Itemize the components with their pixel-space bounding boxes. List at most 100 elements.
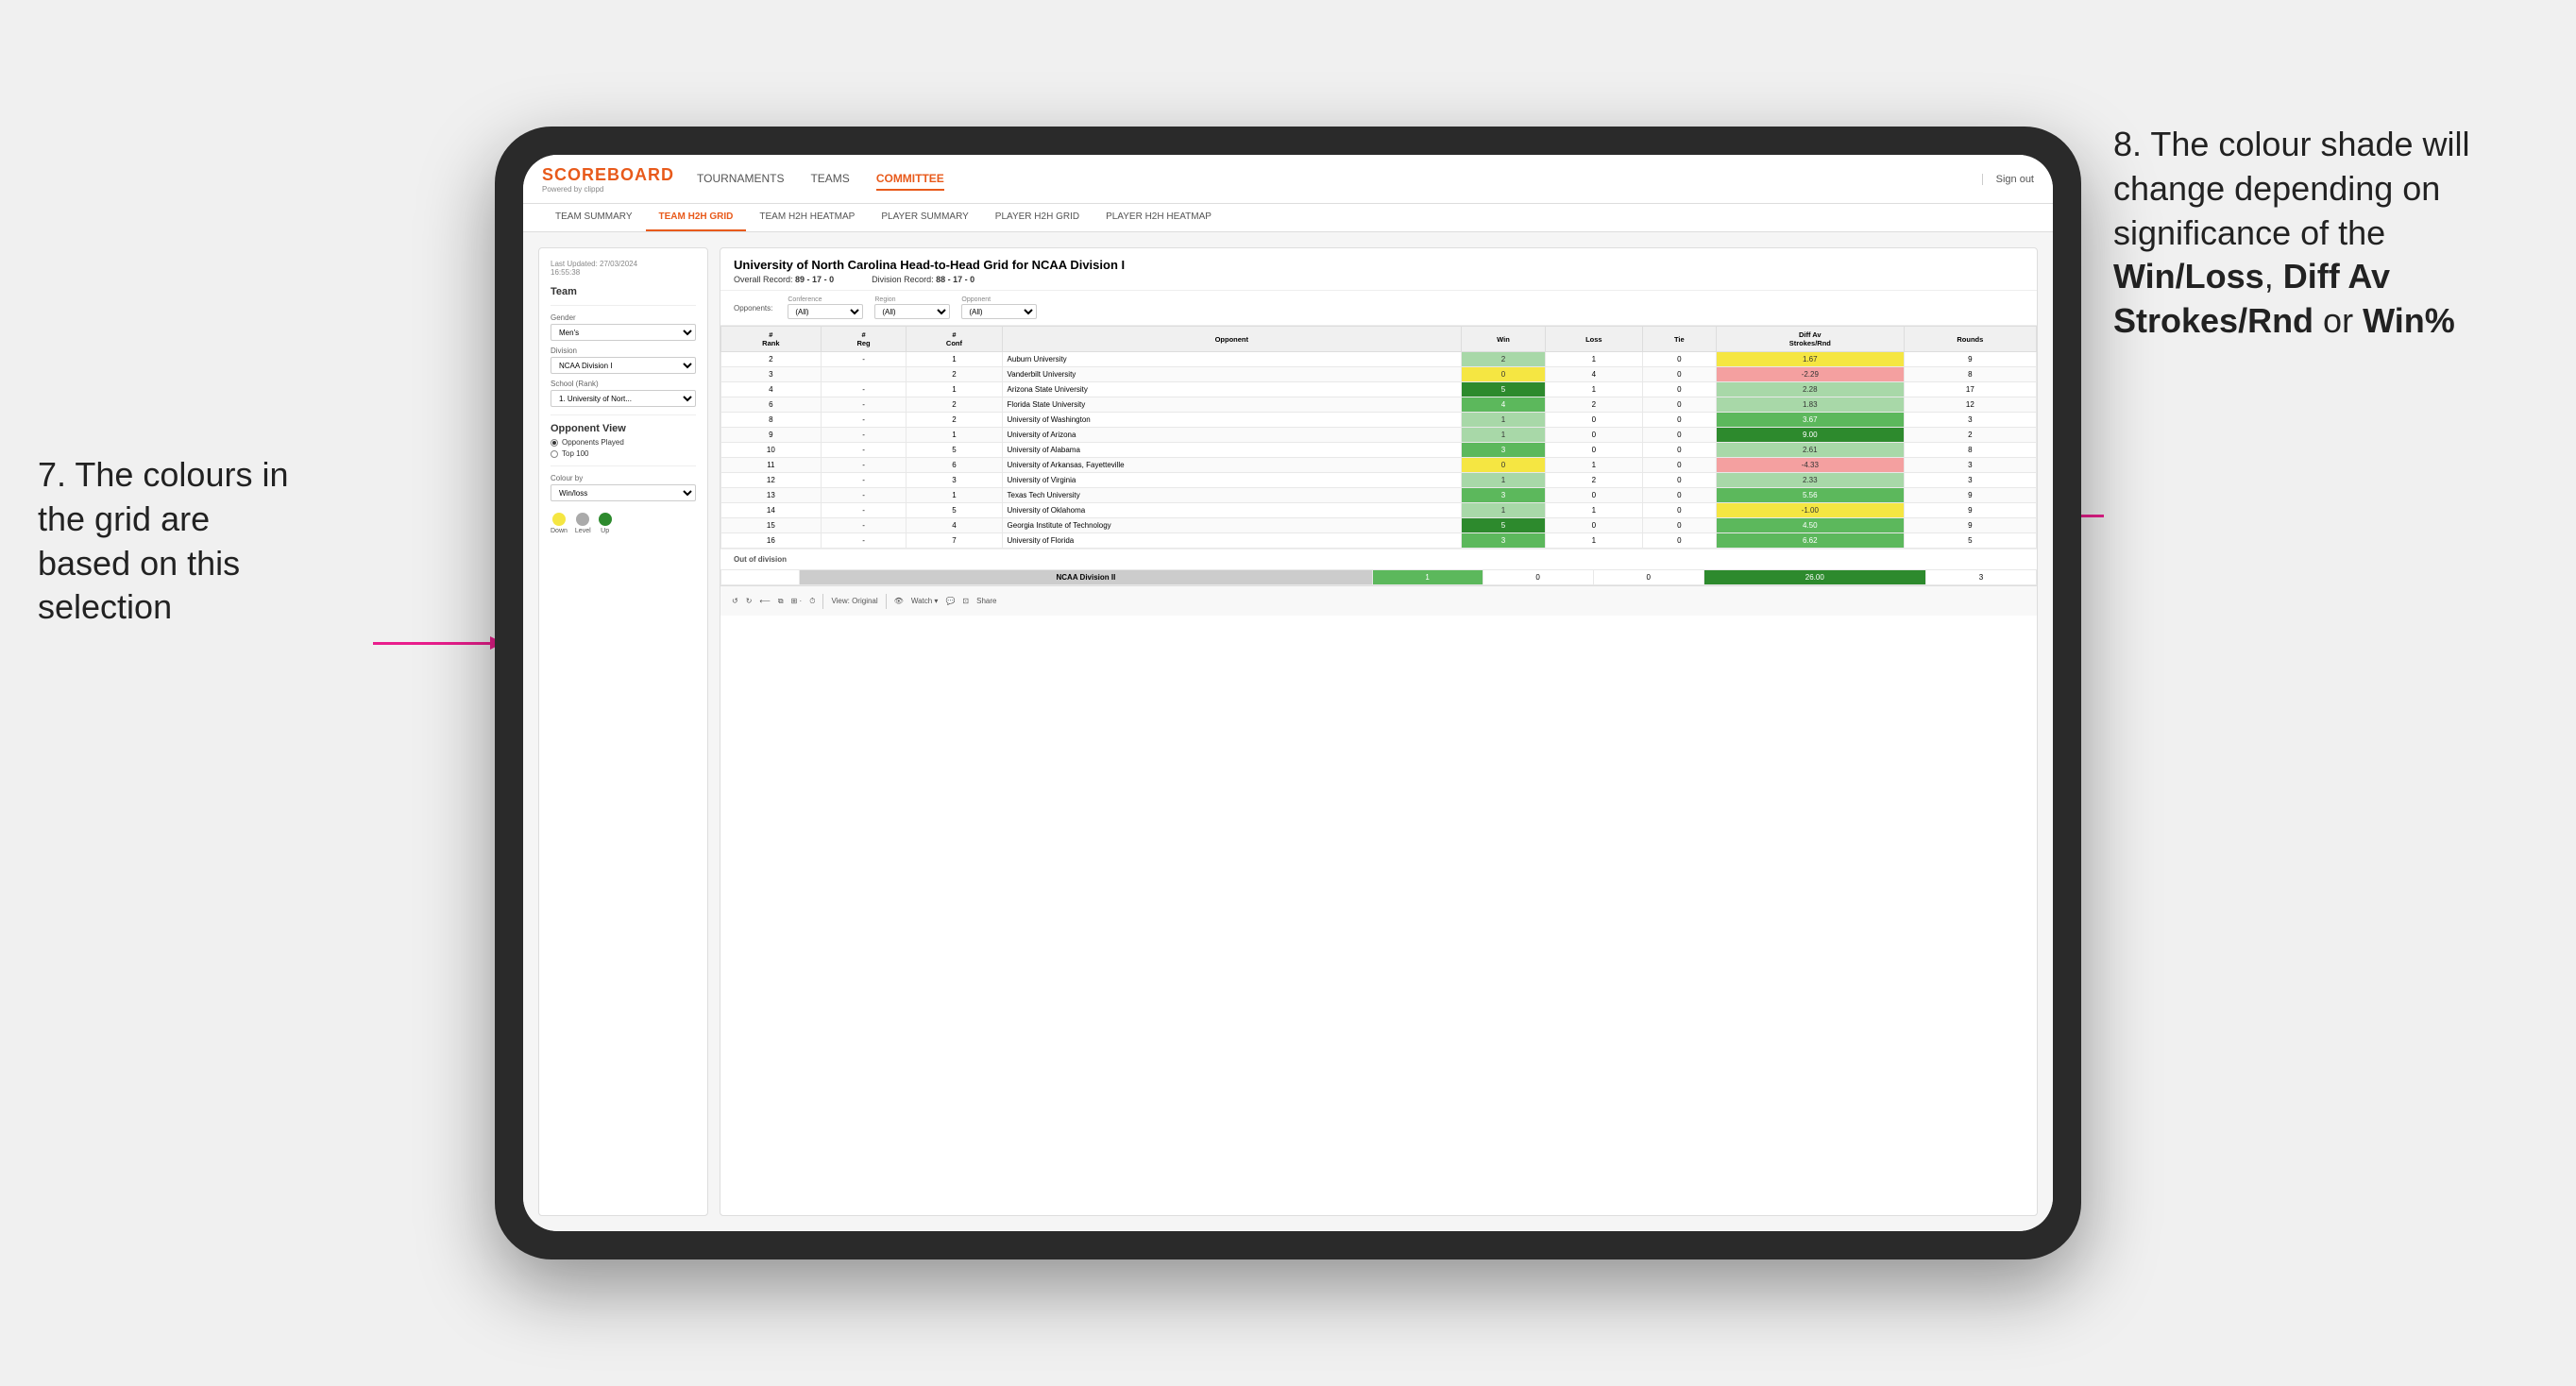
app-header: SCOREBOARD Powered by clippd TOURNAMENTS… (523, 155, 2053, 204)
toolbar-separator (822, 594, 823, 609)
toolbar-grid-icon[interactable]: ⊞ · (791, 597, 803, 605)
cell-tie: 0 (1642, 443, 1716, 458)
cell-win: 5 (1462, 382, 1546, 397)
radio-dot-opponents (551, 439, 558, 447)
radio-opponents-played[interactable]: Opponents Played (551, 438, 696, 447)
sign-out-button[interactable]: Sign out (1982, 174, 2034, 185)
school-label: School (Rank) (551, 380, 696, 388)
col-loss: Loss (1545, 327, 1642, 352)
table-row: 6 - 2 Florida State University 4 2 0 1.8… (721, 397, 2037, 413)
toolbar-share[interactable]: Share (976, 597, 996, 605)
sub-nav-player-summary[interactable]: PLAYER SUMMARY (868, 204, 981, 231)
region-select[interactable]: (All) (874, 304, 950, 319)
col-rounds: Rounds (1904, 327, 2036, 352)
table-row: 11 - 6 University of Arkansas, Fayettevi… (721, 458, 2037, 473)
division-record: Division Record: 88 - 17 - 0 (872, 275, 974, 284)
cell-rank: 16 (721, 533, 822, 549)
out-division-rounds: 3 (1925, 570, 2036, 585)
cell-rounds: 8 (1904, 443, 2036, 458)
sub-nav-team-h2h-heatmap[interactable]: TEAM H2H HEATMAP (746, 204, 868, 231)
gender-select[interactable]: Men's (551, 324, 696, 341)
colour-by-select[interactable]: Win/loss (551, 484, 696, 501)
toolbar-back[interactable]: ⟵ (759, 597, 770, 605)
cell-reg: - (821, 473, 907, 488)
cell-tie: 0 (1642, 473, 1716, 488)
cell-opponent: Arizona State University (1002, 382, 1462, 397)
sub-nav: TEAM SUMMARY TEAM H2H GRID TEAM H2H HEAT… (523, 204, 2053, 232)
cell-opponent: University of Washington (1002, 413, 1462, 428)
cell-opponent: University of Alabama (1002, 443, 1462, 458)
cell-reg: - (821, 443, 907, 458)
cell-win: 5 (1462, 518, 1546, 533)
cell-rank: 11 (721, 458, 822, 473)
table-row: 15 - 4 Georgia Institute of Technology 5… (721, 518, 2037, 533)
toolbar-undo[interactable]: ↺ (732, 597, 738, 605)
cell-reg: - (821, 533, 907, 549)
cell-loss: 1 (1545, 458, 1642, 473)
nav-teams[interactable]: TEAMS (810, 168, 849, 191)
radio-top100[interactable]: Top 100 (551, 449, 696, 458)
division-select[interactable]: NCAA Division I (551, 357, 696, 374)
grid-title: University of North Carolina Head-to-Hea… (734, 258, 2024, 272)
cell-diff: 5.56 (1716, 488, 1904, 503)
cell-diff: -4.33 (1716, 458, 1904, 473)
cell-rounds: 17 (1904, 382, 2036, 397)
cell-conf: 1 (907, 382, 1002, 397)
cell-loss: 0 (1545, 413, 1642, 428)
table-row: 9 - 1 University of Arizona 1 0 0 9.00 2 (721, 428, 2037, 443)
cell-rank: 14 (721, 503, 822, 518)
cell-diff: 9.00 (1716, 428, 1904, 443)
cell-conf: 5 (907, 443, 1002, 458)
toolbar-copy[interactable]: ⧉ (778, 597, 784, 606)
timestamp: Last Updated: 27/03/202416:55:38 (551, 260, 696, 277)
cell-opponent: University of Florida (1002, 533, 1462, 549)
toolbar-comment[interactable]: 💬 (945, 597, 955, 605)
out-division-row: NCAA Division II 1 0 0 26.00 3 (721, 570, 2037, 585)
nav-tournaments[interactable]: TOURNAMENTS (697, 168, 784, 191)
table-row: 16 - 7 University of Florida 3 1 0 6.62 … (721, 533, 2037, 549)
logo-sub: Powered by clippd (542, 185, 674, 194)
cell-rounds: 9 (1904, 488, 2036, 503)
cell-reg: - (821, 458, 907, 473)
sub-nav-team-h2h-grid[interactable]: TEAM H2H GRID (646, 204, 747, 231)
filters-row: Opponents: Conference (All) Region (All) (720, 291, 2037, 326)
toolbar-redo[interactable]: ↻ (746, 597, 753, 605)
legend-up-label: Up (601, 528, 609, 534)
cell-reg: - (821, 428, 907, 443)
cell-loss: 4 (1545, 367, 1642, 382)
out-division-win: 1 (1372, 570, 1483, 585)
colour-by-label: Colour by (551, 474, 696, 482)
opponent-select[interactable]: (All) (961, 304, 1037, 319)
cell-loss: 0 (1545, 428, 1642, 443)
col-diff: Diff AvStrokes/Rnd (1716, 327, 1904, 352)
cell-win: 0 (1462, 367, 1546, 382)
cell-tie: 0 (1642, 533, 1716, 549)
toolbar-view[interactable]: View: Original (831, 597, 877, 605)
cell-opponent: Auburn University (1002, 352, 1462, 367)
radio-dot-top100 (551, 450, 558, 458)
cell-conf: 1 (907, 352, 1002, 367)
toolbar-clock[interactable]: ⏱ (809, 597, 815, 606)
col-reg: #Reg (821, 327, 907, 352)
region-filter: Region (All) (874, 296, 950, 319)
cell-diff: 6.62 (1716, 533, 1904, 549)
table-row: 2 - 1 Auburn University 2 1 0 1.67 9 (721, 352, 2037, 367)
cell-diff: 3.67 (1716, 413, 1904, 428)
nav-committee[interactable]: COMMITTEE (876, 168, 944, 191)
sub-nav-player-h2h-grid[interactable]: PLAYER H2H GRID (982, 204, 1093, 231)
toolbar-watch[interactable]: Watch ▾ (911, 597, 939, 605)
opponents-prefix: Opponents: (734, 304, 772, 313)
sub-nav-player-h2h-heatmap[interactable]: PLAYER H2H HEATMAP (1093, 204, 1225, 231)
col-win: Win (1462, 327, 1546, 352)
toolbar-layout[interactable]: ⊡ (962, 597, 969, 605)
table-row: 3 2 Vanderbilt University 0 4 0 -2.29 8 (721, 367, 2037, 382)
cell-reg: - (821, 397, 907, 413)
cell-rank: 6 (721, 397, 822, 413)
sub-nav-team-summary[interactable]: TEAM SUMMARY (542, 204, 646, 231)
conference-select[interactable]: (All) (788, 304, 863, 319)
cell-diff: -1.00 (1716, 503, 1904, 518)
main-nav: TOURNAMENTS TEAMS COMMITTEE (697, 168, 1982, 191)
cell-diff: 1.67 (1716, 352, 1904, 367)
school-select[interactable]: 1. University of Nort... (551, 390, 696, 407)
cell-conf: 4 (907, 518, 1002, 533)
